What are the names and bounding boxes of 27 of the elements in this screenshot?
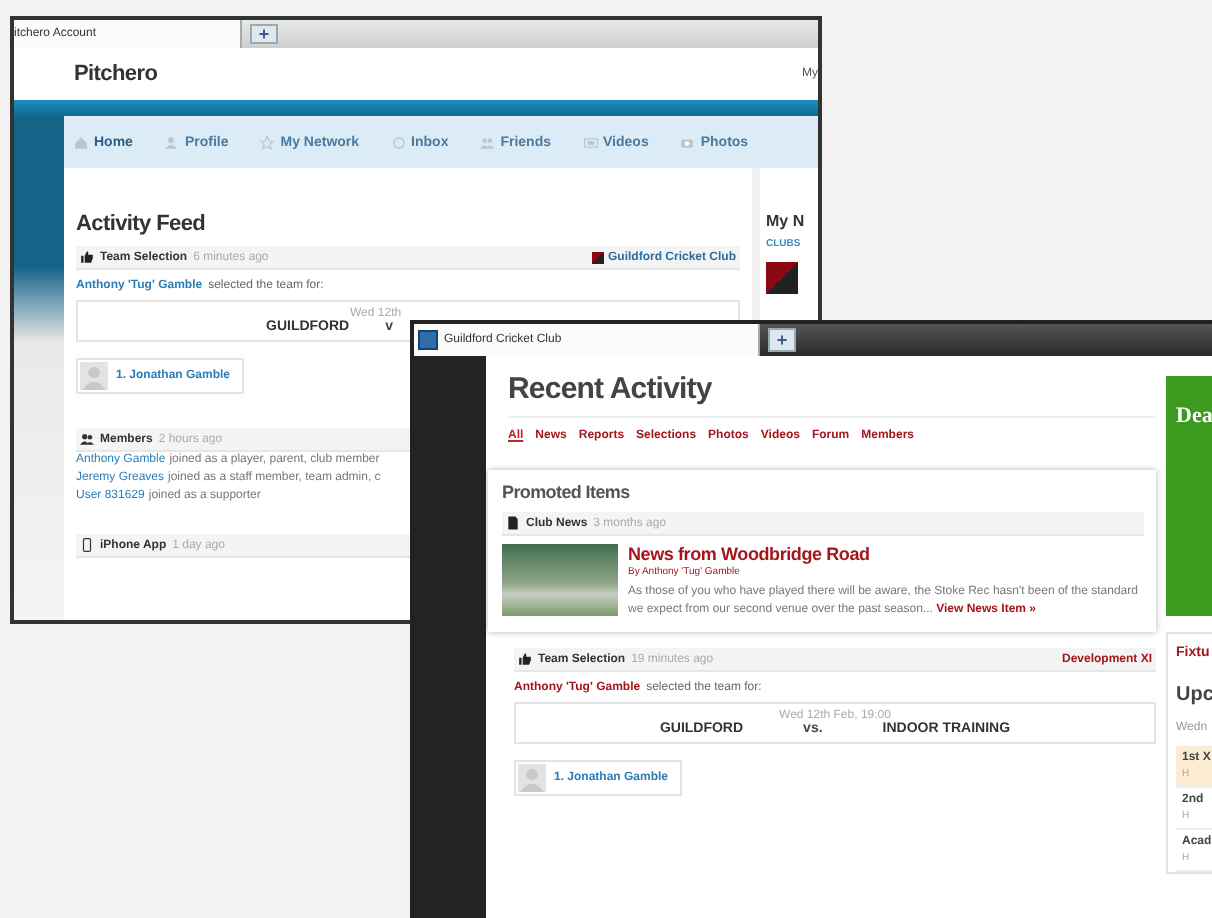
section-heading: Promoted Items — [502, 482, 632, 502]
avatar-icon — [518, 764, 546, 792]
people-icon — [480, 135, 495, 149]
new-tab-button[interactable]: + — [768, 328, 796, 352]
new-tab-button[interactable]: + — [250, 24, 278, 44]
phone-icon — [80, 538, 94, 552]
site-logo: Pitchero — [74, 62, 158, 86]
person-icon — [164, 135, 179, 149]
film-icon — [583, 135, 598, 149]
document-icon — [506, 516, 520, 530]
page-heading: Activity Feed — [76, 212, 208, 236]
page-heading: Recent Activity — [508, 372, 1156, 418]
promo-banner: Dea — [1166, 376, 1212, 616]
home-icon — [74, 135, 88, 149]
club-crest-icon — [591, 251, 604, 263]
thumbs-up-icon — [518, 652, 532, 666]
favicon-icon — [418, 330, 438, 350]
camera-icon — [680, 135, 695, 149]
star-icon — [260, 135, 275, 149]
news-title[interactable]: News from Woodbridge Road — [628, 544, 1144, 564]
avatar-icon — [80, 362, 108, 390]
circle-icon — [391, 135, 406, 149]
thumbs-up-icon — [80, 250, 94, 264]
photo-placeholder — [502, 544, 618, 616]
club-crest-icon — [766, 262, 798, 294]
people-icon — [80, 432, 94, 446]
side-heading: My N — [766, 212, 807, 230]
